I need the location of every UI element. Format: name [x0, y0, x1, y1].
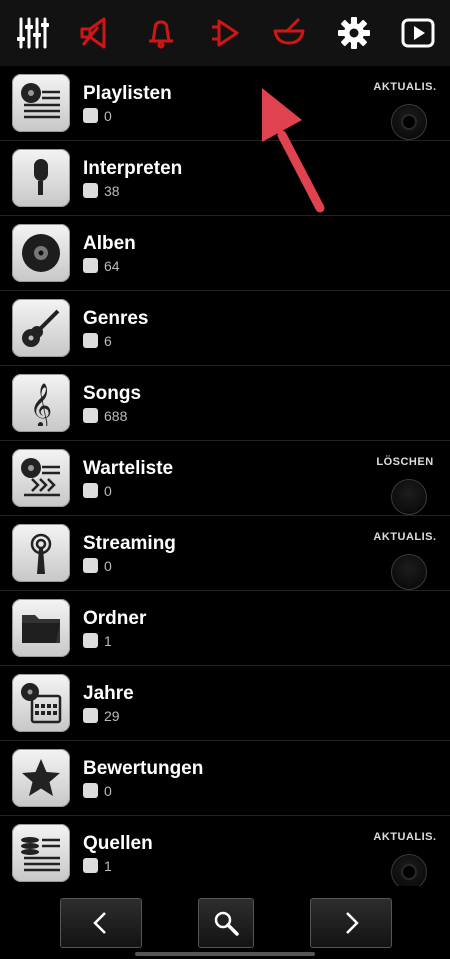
item-count: 0 [104, 107, 112, 124]
refresh-button[interactable] [391, 854, 427, 886]
top-toolbar [0, 0, 450, 66]
item-count: 688 [104, 407, 128, 424]
list-item-playlisten[interactable]: Playlisten 0 AKTUALIS. [0, 66, 450, 141]
gear-icon[interactable] [334, 13, 374, 53]
microphone-icon [12, 149, 70, 207]
disc-icon [83, 258, 98, 273]
sources-icon [12, 824, 70, 882]
list-item-warteliste[interactable]: Warteliste 0 LÖSCHEN [0, 441, 450, 516]
search-button[interactable] [198, 898, 254, 948]
clear-button[interactable] [391, 479, 427, 515]
item-title: Interpreten [83, 157, 183, 179]
forward-button[interactable] [310, 898, 392, 948]
chevron-right-icon [346, 912, 359, 934]
list-item-streaming[interactable]: Streaming 0 AKTUALIS. [0, 516, 450, 591]
queue-icon [12, 449, 70, 507]
chevron-left-icon [93, 912, 106, 934]
play-box-icon[interactable] [398, 13, 438, 53]
item-title: Playlisten [83, 82, 172, 104]
list-item-genres[interactable]: Genres 6 [0, 291, 450, 366]
refresh-label: AKTUALIS. [373, 831, 437, 843]
svg-text:𝄞: 𝄞 [30, 383, 52, 426]
treble-clef-icon: 𝄞 [12, 374, 70, 432]
list-item-bewertungen[interactable]: Bewertungen 0 [0, 741, 450, 816]
item-count: 1 [104, 632, 112, 649]
list-item-alben[interactable]: Alben 64 [0, 216, 450, 291]
treble-clef-icon [83, 408, 98, 423]
refresh-label: AKTUALIS. [373, 531, 437, 543]
playlist-icon [12, 74, 70, 132]
calendar-icon [83, 708, 98, 723]
disc-icon [12, 224, 70, 282]
item-count: 6 [104, 332, 112, 349]
annotation-arrow-icon [262, 88, 325, 213]
bell-icon[interactable] [141, 13, 181, 53]
list-item-jahre[interactable]: Jahre 29 [0, 666, 450, 741]
folder-icon [83, 633, 98, 648]
item-title: Warteliste [83, 457, 174, 479]
equalizer-icon[interactable] [12, 13, 52, 53]
item-title: Quellen [83, 832, 153, 854]
forward-icon[interactable] [205, 13, 245, 53]
star-icon [12, 749, 70, 807]
item-count: 64 [104, 257, 120, 274]
list-item-interpreten[interactable]: Interpreten 38 [0, 141, 450, 216]
item-title: Songs [83, 382, 142, 404]
antenna-icon [12, 524, 70, 582]
item-title: Genres [83, 307, 149, 329]
refresh-button[interactable] [391, 104, 427, 140]
bowl-icon[interactable] [269, 13, 309, 53]
item-title: Ordner [83, 607, 147, 629]
item-title: Jahre [83, 682, 134, 704]
search-icon [214, 911, 239, 936]
back-button[interactable] [60, 898, 142, 948]
clear-label: LÖSCHEN [376, 456, 434, 468]
item-title: Streaming [83, 532, 176, 554]
item-count: 0 [104, 482, 112, 499]
item-title: Bewertungen [83, 757, 204, 779]
guitar-icon [12, 299, 70, 357]
home-indicator[interactable] [135, 952, 315, 956]
queue-icon [83, 483, 98, 498]
list-item-ordner[interactable]: Ordner 1 [0, 591, 450, 666]
item-title: Alben [83, 232, 136, 254]
star-icon [83, 783, 98, 798]
antenna-icon [83, 558, 98, 573]
sources-icon [83, 858, 98, 873]
item-count: 1 [104, 857, 112, 874]
microphone-icon [83, 183, 98, 198]
item-count: 0 [104, 782, 112, 799]
refresh-label: AKTUALIS. [373, 81, 437, 93]
speaker-icon[interactable] [76, 13, 116, 53]
playlist-icon [83, 108, 98, 123]
list-item-quellen[interactable]: Quellen 1 AKTUALIS. [0, 816, 450, 886]
folder-icon [12, 599, 70, 657]
library-list: Playlisten 0 AKTUALIS. Interpreten 38 Al… [0, 66, 450, 886]
item-count: 29 [104, 707, 120, 724]
refresh-button[interactable] [391, 554, 427, 590]
list-item-songs[interactable]: 𝄞 Songs 688 [0, 366, 450, 441]
bottom-navigation [0, 886, 450, 959]
item-count: 0 [104, 557, 112, 574]
guitar-icon [83, 333, 98, 348]
calendar-icon [12, 674, 70, 732]
item-count: 38 [104, 182, 120, 199]
